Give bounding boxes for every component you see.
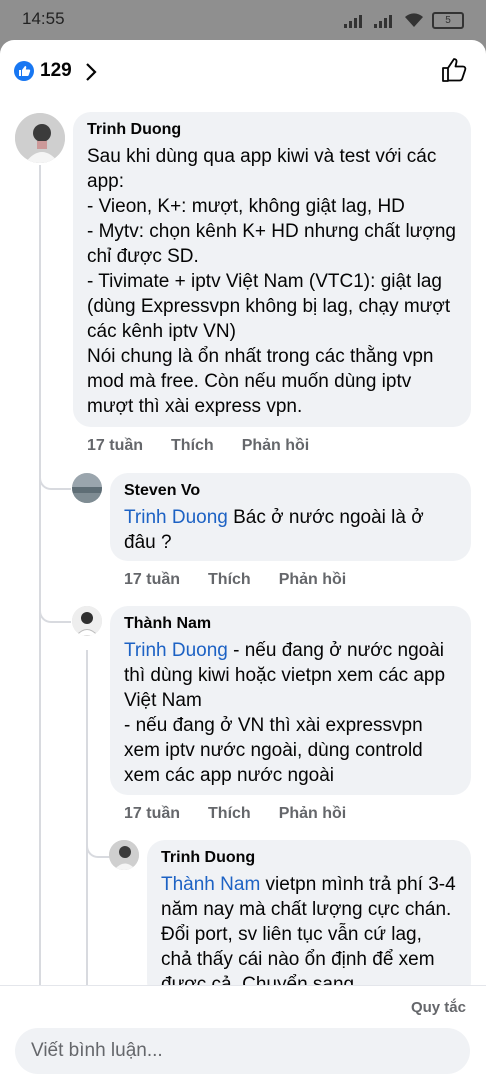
avatar[interactable] [72, 473, 102, 503]
comment-author[interactable]: Thành Nam [124, 615, 457, 633]
mention-link[interactable]: Trinh Duong [124, 507, 228, 528]
comment-actions: 17 tuần Thích Phản hồi [87, 437, 309, 455]
thread-line [39, 165, 41, 995]
comment-bubble: Thành Nam Trinh Duong - nếu đang ở nước … [110, 606, 471, 795]
avatar[interactable] [72, 606, 102, 636]
reaction-count[interactable]: 129 [40, 60, 72, 82]
battery-level: 5 [445, 15, 451, 26]
avatar[interactable] [109, 840, 139, 870]
like-button[interactable]: Thích [171, 437, 214, 455]
mention-link[interactable]: Trinh Duong [124, 640, 228, 661]
rules-link[interactable]: Quy tắc [411, 999, 466, 1016]
avatar[interactable] [15, 113, 65, 163]
status-bar: 14:55 5 [0, 0, 486, 40]
comment-footer: Quy tắc [0, 985, 486, 1080]
comment-timestamp[interactable]: 17 tuần [124, 571, 180, 589]
comment-bubble: Steven Vo Trinh Duong Bác ở nước ngoài l… [110, 473, 471, 561]
comment-actions: 17 tuần Thích Phản hồi [124, 571, 346, 589]
mention-link[interactable]: Thành Nam [161, 874, 260, 895]
comment-author[interactable]: Steven Vo [124, 482, 457, 500]
comment-author[interactable]: Trinh Duong [87, 121, 457, 139]
thread-connector [39, 585, 71, 623]
like-reaction-icon [14, 61, 34, 81]
comment-text-body: - nếu đang ở nước ngoài thì dùng kiwi ho… [124, 640, 446, 786]
status-time: 14:55 [22, 9, 65, 28]
chevron-right-icon[interactable] [84, 61, 98, 83]
reply-button[interactable]: Phản hồi [279, 571, 347, 589]
comment-actions: 17 tuần Thích Phản hồi [124, 805, 346, 823]
comments-sheet: 129 Trinh Duong Sau khi dùng qua app kiw… [0, 40, 486, 1080]
thread-connector [39, 455, 71, 490]
signal-icon-2 [374, 14, 392, 28]
thread-connector [86, 820, 110, 858]
comment-bubble: Trinh Duong Sau khi dùng qua app kiwi và… [73, 112, 471, 427]
comment-text: Thành Nam vietpn mình trả phí 3-4 năm na… [161, 872, 457, 997]
comment-timestamp[interactable]: 17 tuần [87, 437, 143, 455]
comment-input[interactable] [15, 1028, 470, 1074]
status-icons: 5 [344, 12, 464, 29]
signal-icon [344, 14, 362, 28]
reply-button[interactable]: Phản hồi [242, 437, 310, 455]
comment-bubble: Trinh Duong Thành Nam vietpn mình trả ph… [147, 840, 471, 1000]
comment-text: Trinh Duong - nếu đang ở nước ngoài thì … [124, 638, 457, 788]
like-button[interactable]: Thích [208, 805, 251, 823]
comment-text: Trinh Duong Bác ở nước ngoài là ở đâu ? [124, 505, 457, 555]
like-button[interactable]: Thích [208, 571, 251, 589]
comment-text: Sau khi dùng qua app kiwi và test với cá… [87, 146, 456, 417]
reactions-header: 129 [0, 40, 486, 102]
wifi-icon [405, 13, 423, 27]
thumbs-up-icon[interactable] [440, 56, 468, 84]
reply-button[interactable]: Phản hồi [279, 805, 347, 823]
comment-timestamp[interactable]: 17 tuần [124, 805, 180, 823]
comment-author[interactable]: Trinh Duong [161, 849, 457, 867]
battery-icon: 5 [432, 12, 464, 29]
